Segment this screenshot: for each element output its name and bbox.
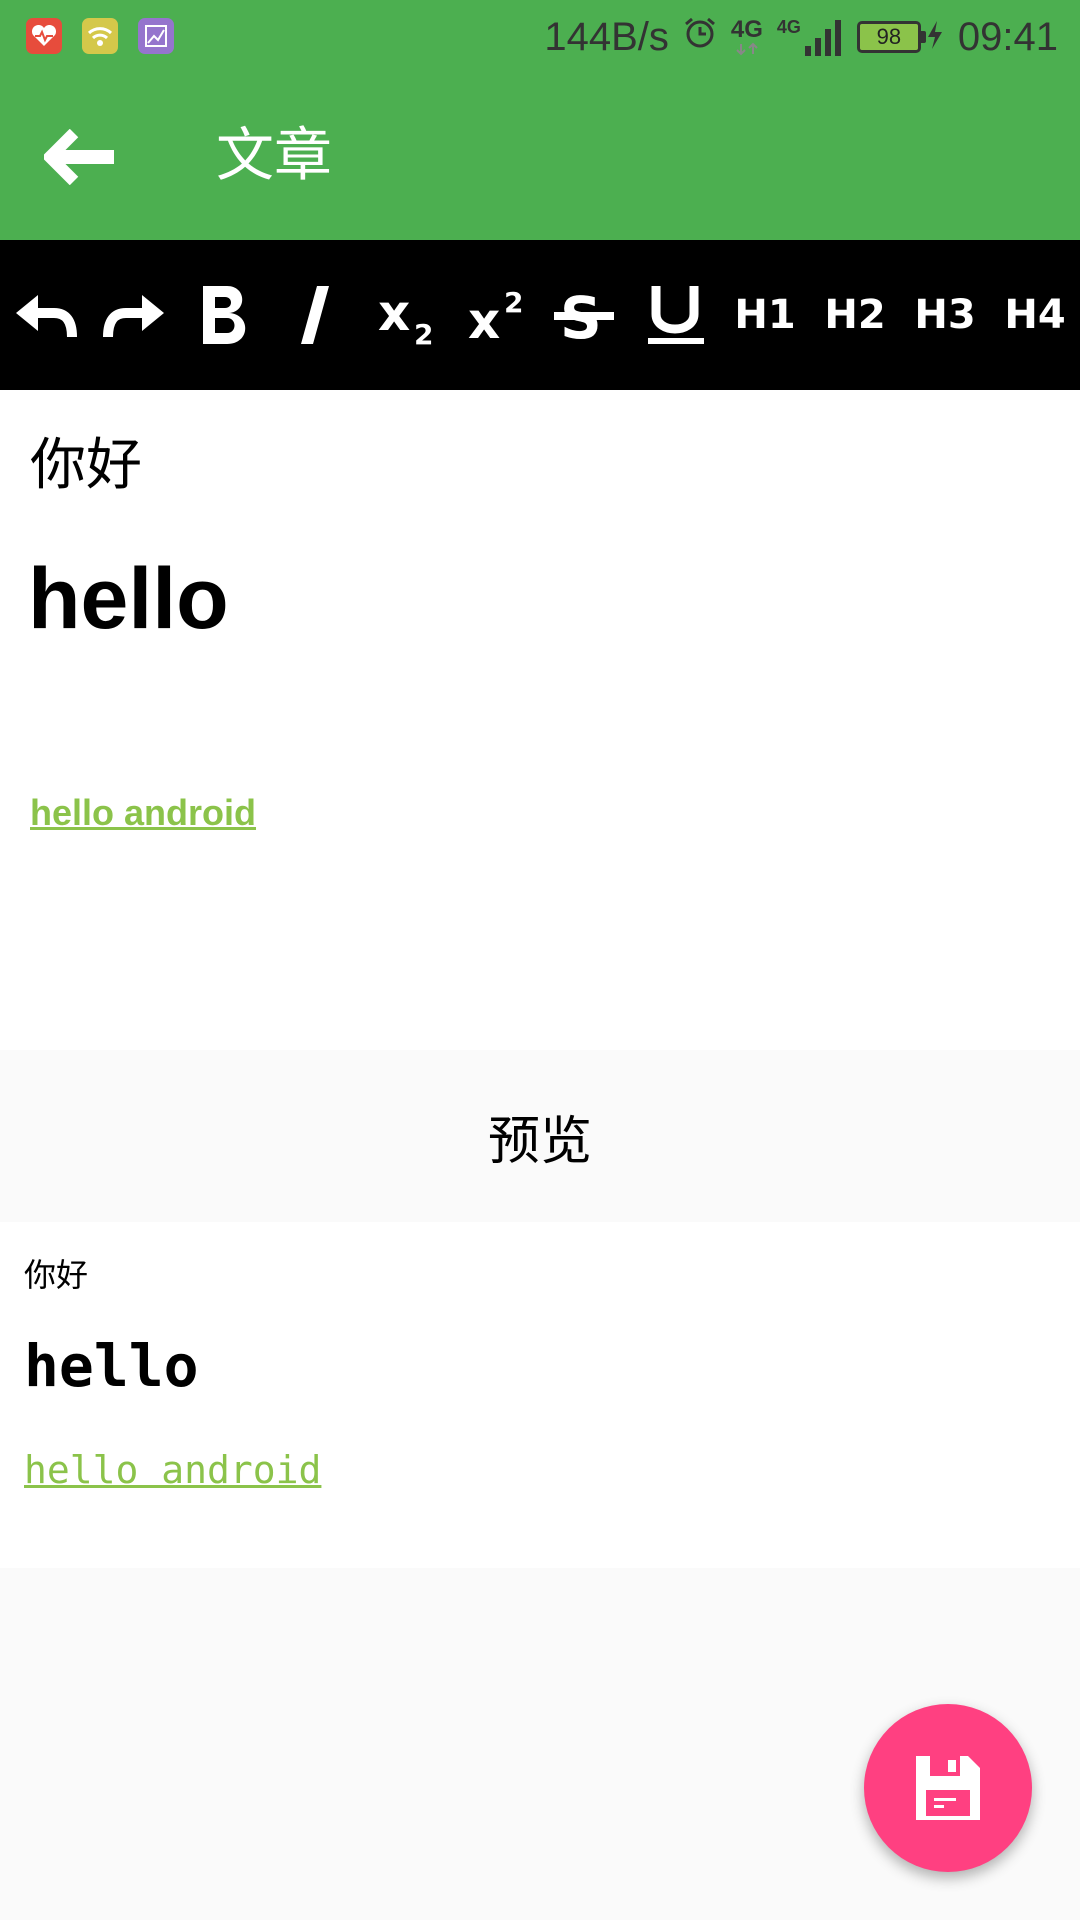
preview-content: 你好 hello hello android <box>0 1222 1080 1568</box>
notification-icons <box>26 18 174 54</box>
redo-icon <box>103 295 164 338</box>
undo-button[interactable] <box>5 275 85 355</box>
save-button[interactable] <box>864 1704 1032 1872</box>
italic-button[interactable] <box>275 275 355 355</box>
underline-icon <box>648 286 704 344</box>
italic-icon <box>301 286 329 344</box>
formatting-toolbar: x2 x2 S H1 H2 H3 H4 <box>0 240 1080 390</box>
svg-text:x: x <box>378 284 410 342</box>
svg-text:x: x <box>468 292 500 348</box>
subscript-icon: x2 <box>378 284 433 348</box>
heading1-button[interactable]: H1 <box>725 275 805 355</box>
preview-paragraph: 你好 <box>24 1257 89 1293</box>
save-icon <box>916 1756 980 1820</box>
status-bar: 144B/s 4G 4G 98 09:41 <box>0 0 1080 75</box>
editor-link[interactable]: hello android <box>30 792 256 834</box>
underline-button[interactable] <box>635 275 715 355</box>
svg-text:2: 2 <box>504 286 523 319</box>
superscript-icon: x2 <box>468 286 523 348</box>
heading4-button[interactable]: H4 <box>995 275 1075 355</box>
editor-heading[interactable]: hello <box>28 550 229 649</box>
superscript-button[interactable]: x2 <box>455 275 535 355</box>
bold-icon <box>203 286 246 344</box>
heading3-button[interactable]: H3 <box>905 275 985 355</box>
network-speed: 144B/s <box>544 14 669 59</box>
alarm-icon <box>683 15 717 60</box>
preview-heading: hello <box>24 1332 199 1400</box>
health-icon <box>26 18 62 54</box>
status-indicators: 144B/s 4G 4G 98 09:41 <box>544 12 1058 62</box>
editor-paragraph[interactable]: 你好 <box>30 420 142 501</box>
preview-link[interactable]: hello android <box>24 1448 321 1492</box>
battery-indicator: 98 <box>856 15 944 60</box>
undo-icon <box>16 295 77 338</box>
clock: 09:41 <box>957 14 1058 59</box>
app-bar: 文章 <box>0 75 1080 240</box>
wifi-app-icon <box>82 18 118 54</box>
svg-text:2: 2 <box>414 318 433 348</box>
charging-icon <box>926 15 944 60</box>
bold-button[interactable] <box>185 275 265 355</box>
back-button[interactable] <box>40 117 120 197</box>
strikethrough-icon: S <box>554 284 614 348</box>
subscript-button[interactable]: x2 <box>365 275 445 355</box>
page-title: 文章 <box>216 123 333 188</box>
heading2-button[interactable]: H2 <box>815 275 895 355</box>
arrow-back-icon <box>44 129 114 185</box>
rich-text-editor[interactable]: 你好 hello hello android <box>0 390 1080 1050</box>
network-type-1: 4G <box>731 18 763 56</box>
preview-title: 预览 <box>487 1112 592 1171</box>
battery-level: 98 <box>856 21 921 53</box>
redo-button[interactable] <box>95 275 175 355</box>
signal-icon: 4G <box>777 18 843 56</box>
preview-header: 预览 <box>0 1050 1080 1222</box>
strikethrough-button[interactable]: S <box>545 275 625 355</box>
gallery-icon <box>138 18 174 54</box>
